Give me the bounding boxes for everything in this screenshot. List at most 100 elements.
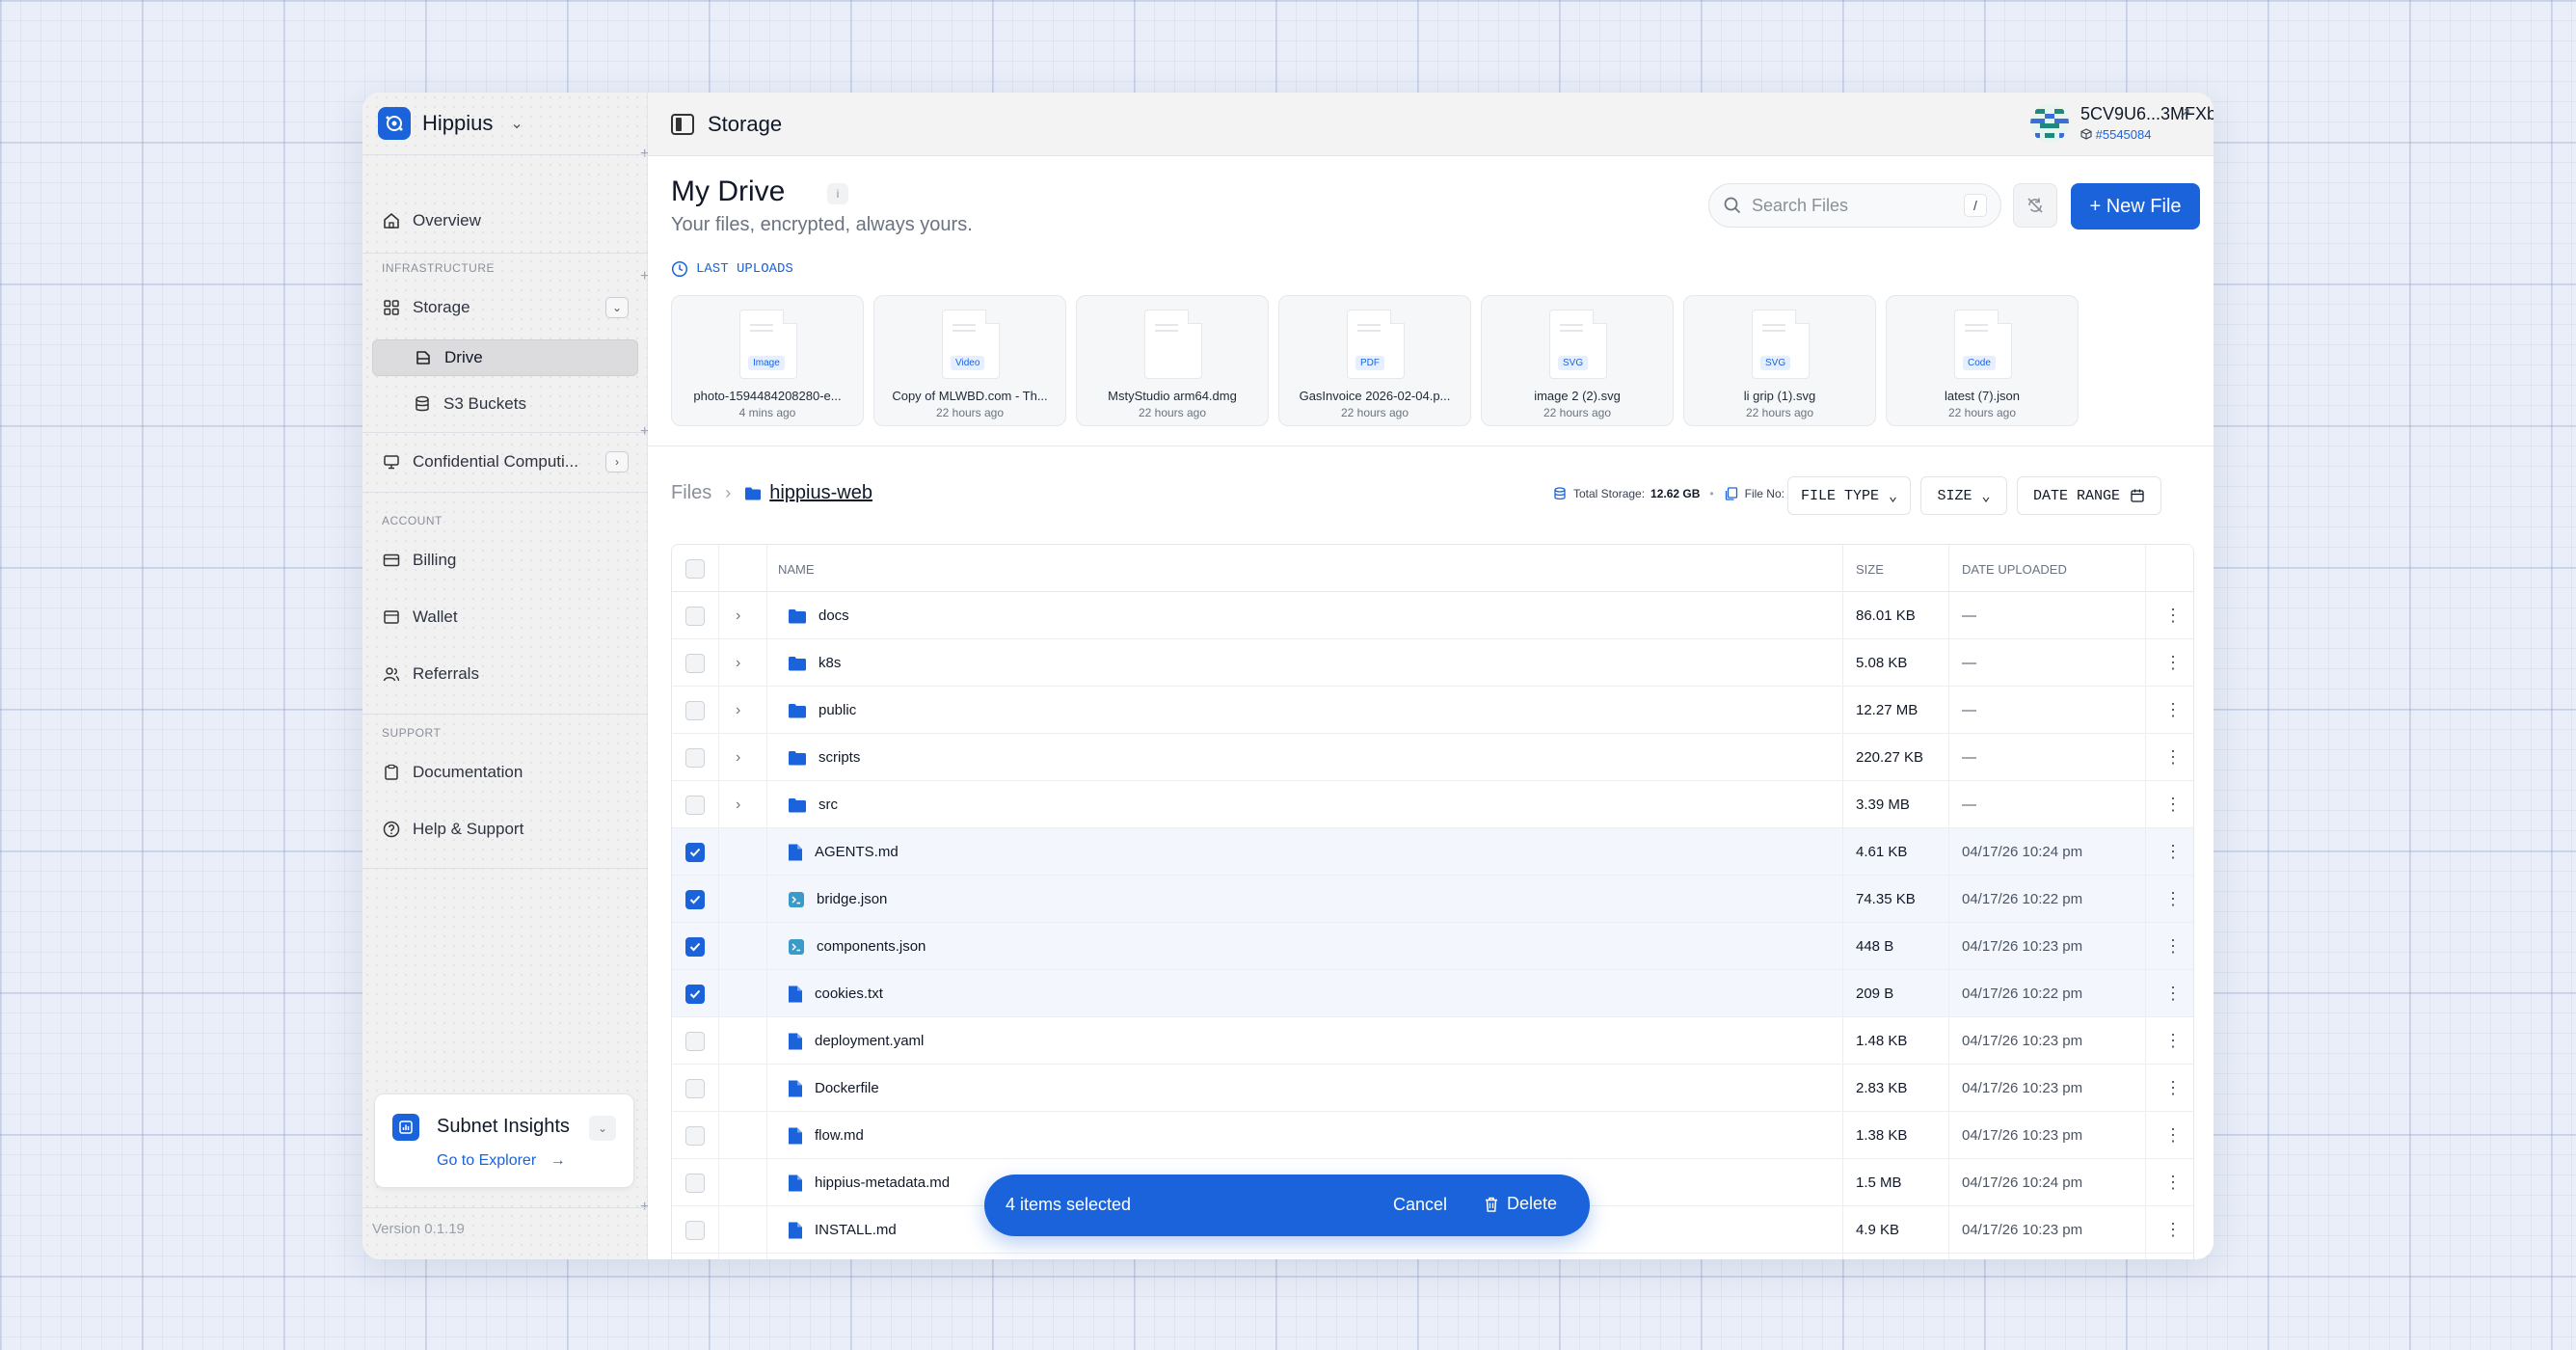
more-vertical-icon[interactable]: ⋮ xyxy=(2164,795,2182,815)
column-header-name[interactable]: NAME xyxy=(778,562,815,577)
column-header-date[interactable]: DATE UPLOADED xyxy=(1962,562,2067,577)
chevron-right-icon[interactable]: › xyxy=(736,749,740,767)
file-name[interactable]: AGENTS.md xyxy=(815,844,899,860)
chevron-right-icon[interactable]: › xyxy=(605,451,629,472)
table-row[interactable]: components.json 448 B 04/17/26 10:23 pm ⋮ xyxy=(672,923,2193,970)
more-vertical-icon[interactable]: ⋮ xyxy=(2164,1220,2182,1240)
more-vertical-icon[interactable]: ⋮ xyxy=(2164,984,2182,1004)
column-header-size[interactable]: SIZE xyxy=(1856,562,1884,577)
go-to-explorer-link[interactable]: Go to Explorer → xyxy=(437,1152,566,1170)
row-checkbox[interactable] xyxy=(685,1220,705,1240)
upload-card[interactable]: PDF GasInvoice 2026-02-04.p... 22 hours ag… xyxy=(1278,295,1471,426)
row-checkbox[interactable] xyxy=(685,795,705,815)
row-checkbox[interactable] xyxy=(685,984,705,1004)
file-name[interactable]: k8s xyxy=(818,655,841,671)
workspace-switcher[interactable]: Hippius ⌄ xyxy=(378,106,523,141)
file-name[interactable]: cookies.txt xyxy=(815,986,883,1002)
table-row[interactable]: › public 12.27 MB — ⋮ xyxy=(672,687,2193,734)
file-name[interactable]: bridge.json xyxy=(817,891,887,907)
sidebar-item-referrals[interactable]: Referrals xyxy=(372,656,638,692)
file-name[interactable]: public xyxy=(818,702,856,718)
delete-selection-button[interactable]: Delete xyxy=(1484,1194,1557,1214)
more-vertical-icon[interactable]: ⋮ xyxy=(2164,606,2182,626)
search-input[interactable] xyxy=(1752,194,1954,217)
sidebar-item-drive[interactable]: Drive xyxy=(372,339,638,376)
row-checkbox[interactable] xyxy=(685,1125,705,1146)
chevron-right-icon[interactable]: › xyxy=(736,655,740,672)
more-vertical-icon[interactable]: ⋮ xyxy=(2164,1078,2182,1098)
upload-card[interactable]: Video Copy of MLWBD.com - Th... 22 hours a… xyxy=(873,295,1066,426)
more-vertical-icon[interactable]: ⋮ xyxy=(2164,889,2182,909)
more-vertical-icon[interactable]: ⋮ xyxy=(2164,936,2182,957)
file-name[interactable]: hippius-metadata.md xyxy=(815,1174,950,1191)
breadcrumb-current[interactable]: hippius-web xyxy=(744,482,872,504)
upload-card[interactable]: Image photo-1594484208280-e... 4 mins ago xyxy=(671,295,864,426)
file-name[interactable]: INSTALL.md xyxy=(815,1222,897,1238)
chevron-right-icon[interactable]: › xyxy=(736,608,740,625)
breadcrumb-root[interactable]: Files xyxy=(671,482,711,504)
row-checkbox[interactable] xyxy=(685,606,705,626)
size-filter[interactable]: SIZE ⌄ xyxy=(1920,476,2007,515)
upload-card[interactable]: SVG image 2 (2).svg 22 hours ago xyxy=(1481,295,1674,426)
file-name[interactable]: scripts xyxy=(818,749,860,766)
table-row[interactable]: › src 3.39 MB — ⋮ xyxy=(672,781,2193,828)
upload-card[interactable]: SVG li grip (1).svg 22 hours ago xyxy=(1683,295,1876,426)
file-name[interactable]: deployment.yaml xyxy=(815,1033,924,1049)
row-checkbox[interactable] xyxy=(685,1173,705,1193)
more-vertical-icon[interactable]: ⋮ xyxy=(2164,1125,2182,1146)
file-type-filter[interactable]: FILE TYPE ⌄ xyxy=(1787,476,1911,515)
select-all-checkbox[interactable] xyxy=(685,558,705,579)
sidebar-item-s3-buckets[interactable]: S3 Buckets xyxy=(372,386,638,422)
row-checkbox[interactable] xyxy=(685,889,705,909)
row-checkbox[interactable] xyxy=(685,747,705,768)
chevron-right-icon[interactable]: › xyxy=(736,796,740,814)
chevron-right-icon[interactable]: › xyxy=(736,702,740,719)
table-row[interactable]: bridge.json 74.35 KB 04/17/26 10:22 pm ⋮ xyxy=(672,876,2193,923)
table-row[interactable]: deployment.yaml 1.48 KB 04/17/26 10:23 pm ⋮ xyxy=(672,1017,2193,1065)
sidebar-item-wallet[interactable]: Wallet xyxy=(372,599,638,635)
account-address[interactable]: 5CV9U6...3MFXb xyxy=(2080,104,2214,124)
date-range-filter[interactable]: DATE RANGE xyxy=(2017,476,2161,515)
file-name[interactable]: components.json xyxy=(817,938,926,955)
table-row[interactable]: › k8s 5.08 KB — ⋮ xyxy=(672,639,2193,687)
avatar[interactable] xyxy=(2030,104,2069,143)
row-checkbox[interactable] xyxy=(685,1078,705,1098)
sidebar-item-billing[interactable]: Billing xyxy=(372,542,638,579)
row-checkbox[interactable] xyxy=(685,1031,705,1051)
more-vertical-icon[interactable]: ⋮ xyxy=(2164,1031,2182,1051)
chevron-down-icon[interactable]: ⌄ xyxy=(589,1116,616,1141)
external-link-icon[interactable]: ↗ xyxy=(2179,104,2191,122)
more-vertical-icon[interactable]: ⋮ xyxy=(2164,842,2182,862)
sidebar-item-overview[interactable]: Overview xyxy=(372,202,638,239)
info-icon[interactable]: i xyxy=(827,183,848,204)
row-checkbox[interactable] xyxy=(685,653,705,673)
more-vertical-icon[interactable]: ⋮ xyxy=(2164,747,2182,768)
more-vertical-icon[interactable]: ⋮ xyxy=(2164,653,2182,673)
file-name[interactable]: Dockerfile xyxy=(815,1080,879,1096)
more-vertical-icon[interactable]: ⋮ xyxy=(2164,700,2182,720)
new-file-button[interactable]: + New File xyxy=(2071,183,2200,230)
sidebar-toggle-icon[interactable] xyxy=(671,114,694,135)
chevron-down-icon[interactable]: ⌄ xyxy=(605,297,629,318)
table-row[interactable]: flow.md 1.38 KB 04/17/26 10:23 pm ⋮ xyxy=(672,1112,2193,1159)
row-checkbox[interactable] xyxy=(685,936,705,957)
table-row[interactable]: cookies.txt 209 B 04/17/26 10:22 pm ⋮ xyxy=(672,970,2193,1017)
more-vertical-icon[interactable]: ⋮ xyxy=(2164,1173,2182,1193)
row-checkbox[interactable] xyxy=(685,700,705,720)
sidebar-item-storage[interactable]: Storage ⌄ xyxy=(372,289,638,326)
file-name[interactable]: flow.md xyxy=(815,1127,864,1144)
sidebar-item-documentation[interactable]: Documentation xyxy=(372,754,638,791)
upload-card[interactable]: Code latest (7).json 22 hours ago xyxy=(1886,295,2079,426)
file-name[interactable]: src xyxy=(818,796,838,813)
table-row[interactable]: › docs 86.01 KB — ⋮ xyxy=(672,592,2193,639)
upload-card[interactable]: MstyStudio arm64.dmg 22 hours ago xyxy=(1076,295,1269,426)
cancel-selection-button[interactable]: Cancel xyxy=(1393,1195,1447,1215)
refresh-button[interactable] xyxy=(2013,183,2057,228)
sidebar-item-confidential-computing[interactable]: Confidential Computi... › xyxy=(372,444,638,480)
row-checkbox[interactable] xyxy=(685,842,705,862)
file-name[interactable]: docs xyxy=(818,608,849,624)
table-row[interactable]: AGENTS.md 4.61 KB 04/17/26 10:24 pm ⋮ xyxy=(672,828,2193,876)
sidebar-item-help-support[interactable]: Help & Support xyxy=(372,811,638,848)
table-row[interactable]: › scripts 220.27 KB — ⋮ xyxy=(672,734,2193,781)
table-row[interactable]: Dockerfile 2.83 KB 04/17/26 10:23 pm ⋮ xyxy=(672,1065,2193,1112)
